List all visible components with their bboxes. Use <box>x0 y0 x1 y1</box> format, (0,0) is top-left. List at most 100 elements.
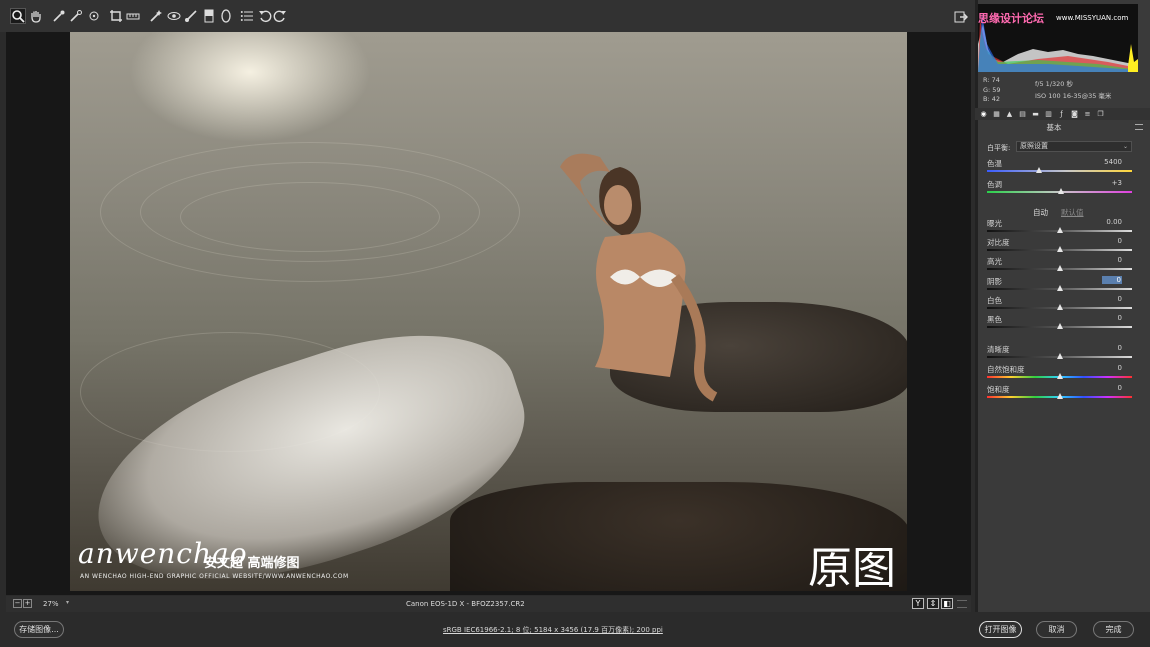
slider-7[interactable]: 黑色 0 <box>987 314 1134 334</box>
slider-value-field[interactable]: 0.00 <box>1102 218 1122 226</box>
slider-track[interactable] <box>987 170 1132 172</box>
r-value: R: 74 <box>983 76 1000 84</box>
slider-value-field[interactable]: 0 <box>1102 344 1122 352</box>
slider-6[interactable]: 白色 0 <box>987 295 1134 315</box>
zoom-out-button[interactable]: − <box>13 599 22 608</box>
rotate-ccw-icon[interactable] <box>257 8 273 24</box>
divider <box>975 0 978 612</box>
slider-value-field[interactable]: 5400 <box>1102 158 1122 166</box>
slider-4[interactable]: 高光 0 <box>987 256 1134 276</box>
slider-thumb[interactable] <box>1056 227 1063 233</box>
slider-value-field[interactable]: 0 <box>1102 256 1122 264</box>
panel-tabs: ◉ ▦ ▲ ▤ ▬ ▥ ƒ ◙ ≡ ❐ <box>975 108 1150 120</box>
default-link[interactable]: 默认值 <box>1061 207 1084 218</box>
slider-0[interactable]: 色温 5400 <box>987 158 1134 178</box>
split-toning-tab-icon[interactable]: ▬ <box>1031 110 1040 118</box>
iso-info: ISO 100 16-35@35 毫米 <box>1035 92 1112 100</box>
cancel-button[interactable]: 取消 <box>1036 621 1077 638</box>
straighten-icon[interactable] <box>125 8 141 24</box>
slider-thumb[interactable] <box>1056 323 1063 329</box>
snapshots-tab-icon[interactable]: ❐ <box>1096 110 1105 118</box>
open-in-photoshop-icon[interactable] <box>954 9 968 23</box>
slider-value-field[interactable]: 0 <box>1102 237 1122 245</box>
color-sampler-icon[interactable] <box>68 8 84 24</box>
target-adjust-icon[interactable] <box>86 8 102 24</box>
auto-link[interactable]: 自动 <box>1033 207 1048 218</box>
copy-settings-button[interactable]: ◧ <box>941 598 953 609</box>
camera-info: f/5 1/320 秒 ISO 100 16-35@35 毫米 <box>1035 78 1111 102</box>
slider-label: 色温 <box>987 159 1002 168</box>
rgb-readout: R: 74 G: 59 B: 42 <box>983 76 1001 105</box>
slider-thumb[interactable] <box>1056 353 1063 359</box>
slider-5[interactable]: 阴影 0 <box>987 276 1134 296</box>
crop-icon[interactable] <box>108 8 124 24</box>
done-button[interactable]: 完成 <box>1093 621 1134 638</box>
panel-menu-icon[interactable] <box>1135 124 1143 130</box>
tone-curve-tab-icon[interactable]: ▦ <box>992 110 1001 118</box>
zoom-level[interactable]: 27% <box>43 600 59 608</box>
red-eye-icon[interactable] <box>166 8 182 24</box>
slider-value-field[interactable]: 0 <box>1102 364 1122 372</box>
basic-tab-icon[interactable]: ◉ <box>979 110 988 118</box>
slider-9[interactable]: 自然饱和度 0 <box>987 364 1134 384</box>
status-bar: − + 27% ▾ Canon EOS-1D X - BFOZ2357.CR2 … <box>6 596 971 612</box>
adjustment-brush-icon[interactable] <box>183 8 199 24</box>
white-balance-icon[interactable] <box>51 8 67 24</box>
graduated-filter-icon[interactable] <box>201 8 217 24</box>
detail-tab-icon[interactable]: ▲ <box>1005 110 1014 118</box>
slider-thumb[interactable] <box>1057 188 1064 194</box>
slider-thumb[interactable] <box>1056 373 1063 379</box>
slider-thumb[interactable] <box>1056 285 1063 291</box>
watermark-chinese: 安文超 高端修图 <box>204 556 300 571</box>
site-url: www.MISSYUAN.com <box>1056 14 1129 22</box>
photo-caption: 原图 <box>808 543 896 591</box>
save-image-button[interactable]: 存储图像... <box>14 621 64 638</box>
toolbar <box>0 0 975 32</box>
adjustments-panel: 思缘设计论坛 www.MISSYUAN.com R: 74 G: 59 B: 4… <box>975 0 1150 612</box>
slider-thumb[interactable] <box>1056 304 1063 310</box>
g-value: G: 59 <box>983 85 1001 94</box>
image-canvas[interactable]: anwenchao 安文超 高端修图 AN WENCHAO HIGH-END G… <box>6 32 971 595</box>
bottom-bar: 存储图像... sRGB IEC61966-2.1; 8 位; 5184 x 3… <box>0 613 1150 647</box>
b-value: B: 42 <box>983 95 1000 103</box>
photo-preview[interactable]: anwenchao 安文超 高端修图 AN WENCHAO HIGH-END G… <box>70 32 907 591</box>
slider-thumb[interactable] <box>1056 393 1063 399</box>
spot-removal-icon[interactable] <box>148 8 164 24</box>
open-image-button[interactable]: 打开图像 <box>979 621 1022 638</box>
slider-value-field[interactable]: +3 <box>1102 179 1122 187</box>
hsl-tab-icon[interactable]: ▤ <box>1018 110 1027 118</box>
slider-label: 阴影 <box>987 277 1002 286</box>
slider-8[interactable]: 清晰度 0 <box>987 344 1134 364</box>
slider-value-field[interactable]: 0 <box>1102 384 1122 392</box>
slider-3[interactable]: 对比度 0 <box>987 237 1134 257</box>
rotate-cw-icon[interactable] <box>272 8 288 24</box>
slider-label: 饱和度 <box>987 385 1010 394</box>
lens-tab-icon[interactable]: ▥ <box>1044 110 1053 118</box>
presets-tab-icon[interactable]: ≡ <box>1083 110 1092 118</box>
hand-icon[interactable] <box>28 8 44 24</box>
slider-1[interactable]: 色调 +3 <box>987 179 1134 199</box>
site-watermark: 思缘设计论坛 <box>978 12 1044 25</box>
radial-filter-icon[interactable] <box>218 8 234 24</box>
workflow-options-link[interactable]: sRGB IEC61966-2.1; 8 位; 5184 x 3456 (17.… <box>443 625 663 635</box>
slider-2[interactable]: 曝光 0.00 <box>987 218 1134 238</box>
white-balance-select[interactable]: 原照设置 ⌄ <box>1016 141 1132 152</box>
slider-label: 黑色 <box>987 315 1002 324</box>
swap-before-after-button[interactable]: ⇕ <box>927 598 939 609</box>
camera-calibration-tab-icon[interactable]: ◙ <box>1070 110 1079 118</box>
slider-value-field[interactable]: 0 <box>1102 295 1122 303</box>
slider-value-field[interactable]: 0 <box>1102 276 1122 284</box>
presets-list-icon[interactable] <box>239 8 255 24</box>
preferences-icon[interactable] <box>957 600 967 608</box>
zoom-icon[interactable] <box>10 8 26 24</box>
slider-10[interactable]: 饱和度 0 <box>987 384 1134 404</box>
chevron-down-icon[interactable]: ▾ <box>66 599 75 609</box>
slider-thumb[interactable] <box>1056 246 1063 252</box>
slider-label: 曝光 <box>987 219 1002 228</box>
slider-thumb[interactable] <box>1036 167 1043 173</box>
before-after-toggle-button[interactable]: Y <box>912 598 924 609</box>
slider-thumb[interactable] <box>1056 265 1063 271</box>
fx-tab-icon[interactable]: ƒ <box>1057 110 1066 118</box>
zoom-in-button[interactable]: + <box>23 599 32 608</box>
slider-value-field[interactable]: 0 <box>1102 314 1122 322</box>
